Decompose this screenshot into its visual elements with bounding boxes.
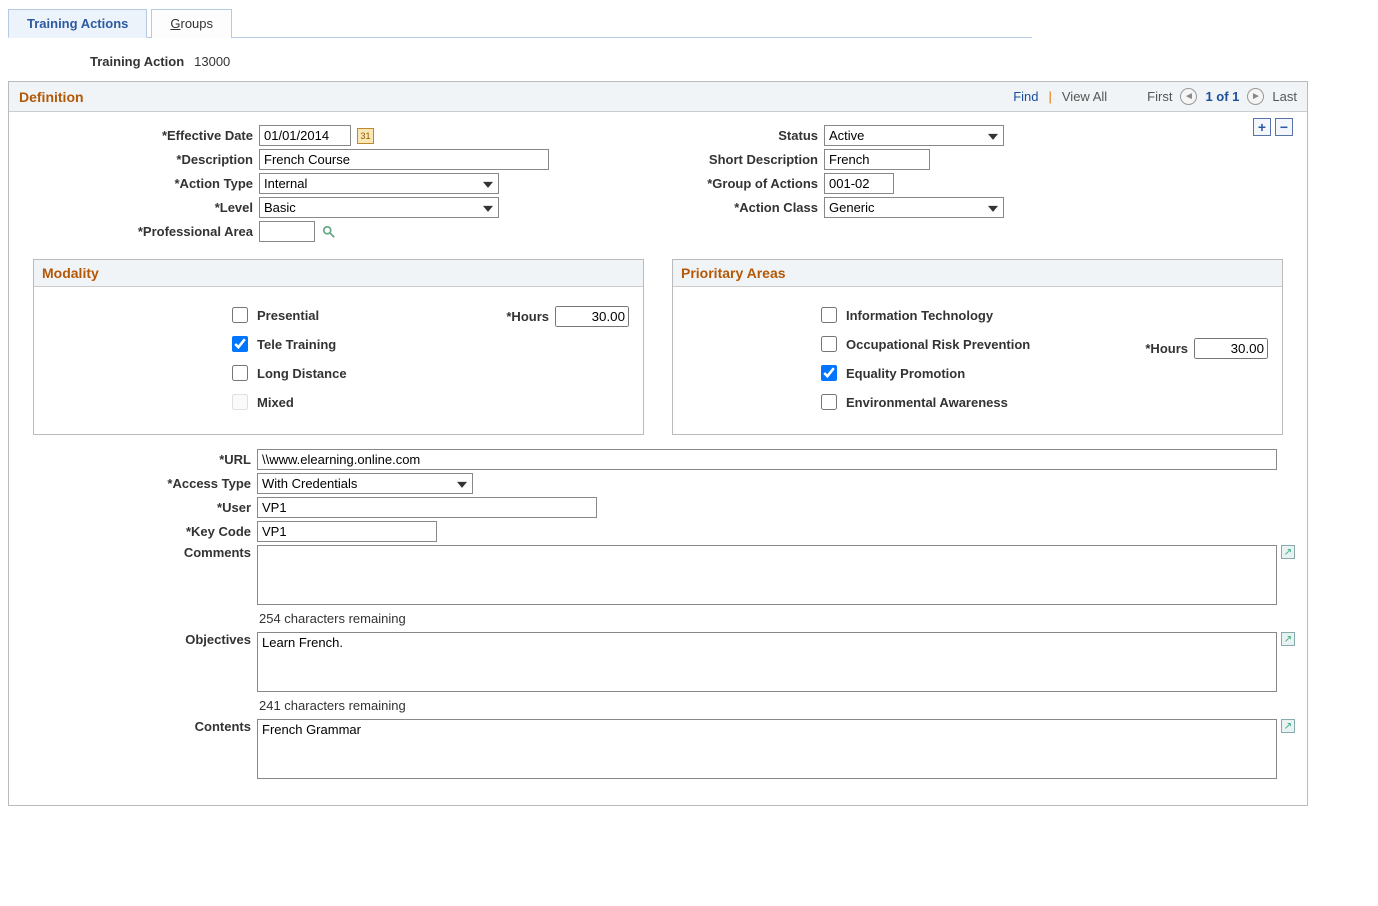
tab-groups-mnemonic: G: [170, 16, 180, 31]
contents-label: Contents: [33, 719, 251, 734]
action-type-select[interactable]: Internal: [259, 173, 499, 194]
professional-area-input[interactable]: [259, 221, 315, 242]
action-class-select[interactable]: Generic: [824, 197, 1004, 218]
access-type-select[interactable]: With Credentials: [257, 473, 473, 494]
it-label: Information Technology: [846, 308, 993, 323]
definition-header: Definition Find | View All First ◄ 1 of …: [9, 82, 1307, 112]
expand-icon[interactable]: ↗: [1281, 719, 1295, 733]
tab-training-actions[interactable]: Training Actions: [8, 9, 147, 38]
it-checkbox[interactable]: [821, 307, 837, 323]
effective-date-input[interactable]: [259, 125, 351, 146]
last-label[interactable]: Last: [1272, 89, 1297, 104]
tele-training-label: Tele Training: [257, 337, 336, 352]
risk-checkbox[interactable]: [821, 336, 837, 352]
action-class-label: *Action Class: [688, 200, 818, 215]
key-code-label: *Key Code: [33, 524, 251, 539]
next-button[interactable]: ►: [1247, 88, 1264, 105]
definition-title: Definition: [19, 89, 84, 105]
url-label: *URL: [33, 452, 251, 467]
lookup-icon[interactable]: [321, 224, 337, 240]
comments-label: Comments: [33, 545, 251, 560]
access-type-label: *Access Type: [33, 476, 251, 491]
risk-label: Occupational Risk Prevention: [846, 337, 1030, 352]
description-label: *Description: [23, 152, 253, 167]
prioritary-hours-label: *Hours: [1145, 341, 1188, 356]
mixed-label: Mixed: [257, 395, 294, 410]
status-label: Status: [688, 128, 818, 143]
training-action-value: 13000: [194, 54, 230, 69]
user-input[interactable]: [257, 497, 597, 518]
delete-row-button[interactable]: −: [1275, 118, 1293, 136]
prioritary-areas-body: Information Technology Occupational Risk…: [673, 287, 1282, 434]
row-add-delete: + −: [1253, 118, 1293, 136]
nav-separator: |: [1048, 89, 1051, 104]
url-input[interactable]: [257, 449, 1277, 470]
long-distance-checkbox[interactable]: [232, 365, 248, 381]
calendar-icon[interactable]: 31: [357, 128, 374, 144]
training-action-label: Training Action: [90, 54, 184, 69]
level-select[interactable]: Basic: [259, 197, 499, 218]
env-checkbox[interactable]: [821, 394, 837, 410]
pager-text: 1 of 1: [1205, 89, 1239, 104]
effective-date-label: *Effective Date: [23, 128, 253, 143]
expand-icon[interactable]: ↗: [1281, 632, 1295, 646]
tab-strip: Training Actions Groups: [8, 8, 1032, 38]
tab-groups[interactable]: Groups: [151, 9, 232, 38]
expand-icon[interactable]: ↗: [1281, 545, 1295, 559]
first-label[interactable]: First: [1147, 89, 1172, 104]
description-input[interactable]: [259, 149, 549, 170]
prioritary-areas-panel: Prioritary Areas Information Technology …: [672, 259, 1283, 435]
modality-hours-input[interactable]: [555, 306, 629, 327]
modality-body: Presential Tele Training Long Distance M…: [34, 287, 643, 434]
page-header: Training Action 13000: [90, 54, 1370, 69]
definition-panel: Definition Find | View All First ◄ 1 of …: [8, 81, 1308, 806]
short-description-label: Short Description: [688, 152, 818, 167]
user-label: *User: [33, 500, 251, 515]
group-of-actions-label: *Group of Actions: [688, 176, 818, 191]
modality-title: Modality: [34, 260, 643, 287]
equality-checkbox[interactable]: [821, 365, 837, 381]
row-navigator: Find | View All First ◄ 1 of 1 ► Last: [1013, 88, 1297, 105]
env-label: Environmental Awareness: [846, 395, 1008, 410]
find-link[interactable]: Find: [1013, 89, 1038, 104]
presential-label: Presential: [257, 308, 319, 323]
objectives-textarea[interactable]: [257, 632, 1277, 692]
group-of-actions-input[interactable]: [824, 173, 894, 194]
modality-panel: Modality Presential Tele Training Long D…: [33, 259, 644, 435]
prioritary-hours-input[interactable]: [1194, 338, 1268, 359]
comments-remaining: 254 characters remaining: [259, 611, 1283, 626]
prev-button[interactable]: ◄: [1180, 88, 1197, 105]
presential-checkbox[interactable]: [232, 307, 248, 323]
modality-hours-label: *Hours: [506, 309, 549, 324]
comments-textarea[interactable]: [257, 545, 1277, 605]
objectives-label: Objectives: [33, 632, 251, 647]
definition-body: + − *Effective Date 31 *Description *Act…: [9, 112, 1307, 805]
mixed-checkbox: [232, 394, 248, 410]
long-distance-label: Long Distance: [257, 366, 347, 381]
add-row-button[interactable]: +: [1253, 118, 1271, 136]
contents-textarea[interactable]: [257, 719, 1277, 779]
prioritary-areas-title: Prioritary Areas: [673, 260, 1282, 287]
objectives-remaining: 241 characters remaining: [259, 698, 1283, 713]
tab-groups-rest: roups: [180, 16, 213, 31]
view-all-link[interactable]: View All: [1062, 89, 1107, 104]
equality-label: Equality Promotion: [846, 366, 965, 381]
level-label: *Level: [23, 200, 253, 215]
status-select[interactable]: Active: [824, 125, 1004, 146]
action-type-label: *Action Type: [23, 176, 253, 191]
professional-area-label: *Professional Area: [23, 224, 253, 239]
short-description-input[interactable]: [824, 149, 930, 170]
key-code-input[interactable]: [257, 521, 437, 542]
tele-training-checkbox[interactable]: [232, 336, 248, 352]
